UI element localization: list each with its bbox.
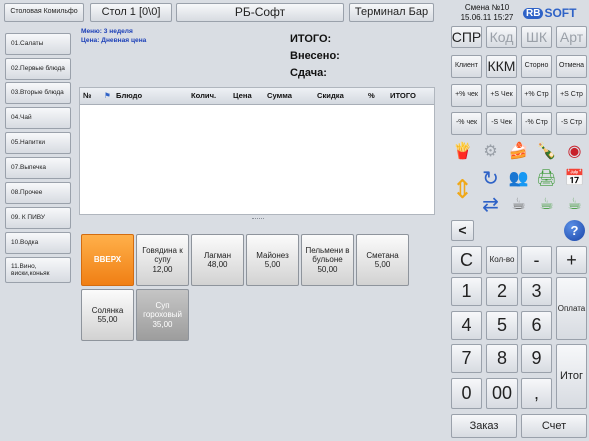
digit-0-button[interactable]: 0 <box>451 378 482 409</box>
printer-icon[interactable]: 🖨 <box>534 167 559 189</box>
paid-label: Внесено: <box>290 50 340 62</box>
digit-4-button[interactable]: 4 <box>451 311 482 340</box>
bill-button[interactable]: Счет <box>521 414 587 438</box>
total-label: ИТОГО: <box>290 33 332 45</box>
order-button[interactable]: Заказ <box>451 414 517 438</box>
cancel-button[interactable]: Отмена <box>556 55 587 78</box>
digit-3-button[interactable]: 3 <box>521 277 552 306</box>
order-table[interactable]: № ⚑ Блюдо Колич. Цена Сумма Скидка % ИТО… <box>79 87 435 215</box>
digit-2-button[interactable]: 2 <box>486 277 518 306</box>
cake-icon[interactable]: 🍰 <box>506 140 531 162</box>
back-button[interactable]: < <box>451 220 474 241</box>
category-wine[interactable]: 11.Вино, виски,коньяк <box>5 257 71 283</box>
comma-button[interactable]: , <box>521 378 552 409</box>
menu-label: Меню: 3 неделя <box>81 28 133 35</box>
category-other[interactable]: 08.Прочее <box>5 182 71 204</box>
code-button[interactable]: Код <box>486 26 517 48</box>
refresh-icon[interactable]: ↻ <box>478 167 503 190</box>
col-number: № <box>83 91 92 100</box>
spr-button[interactable]: СПР <box>451 26 482 48</box>
dish-button[interactable]: Лагман 48,00 <box>191 234 244 286</box>
cup-check-icon[interactable]: ☕ <box>534 193 559 215</box>
dish-button[interactable]: Говядина к супу 12,00 <box>136 234 189 286</box>
arrows-swap-icon[interactable]: ⇄ <box>478 193 503 216</box>
price-label: Цена: Дневная цена <box>81 37 147 44</box>
category-first-courses[interactable]: 02.Первые блюда <box>5 58 71 80</box>
cup-icon[interactable]: ☕ <box>506 193 531 215</box>
plus-button[interactable]: + <box>556 246 587 274</box>
minus-button[interactable]: - <box>521 246 552 274</box>
category-second-courses[interactable]: 03.Вторые блюда <box>5 82 71 104</box>
check-sum-minus-button[interactable]: -S Чек <box>486 112 517 135</box>
digit-8-button[interactable]: 8 <box>486 344 518 373</box>
bottle-icon[interactable]: 🍾 <box>534 140 559 162</box>
flag-icon: ⚑ <box>104 91 111 100</box>
line-sum-minus-button[interactable]: -S Стр <box>556 112 587 135</box>
category-tea[interactable]: 04.Чай <box>5 107 71 129</box>
dish-button[interactable]: Пельмени в бульоне 50,00 <box>301 234 354 286</box>
check-sum-plus-button[interactable]: +S Чек <box>486 84 517 107</box>
category-vodka[interactable]: 10.Водка <box>5 232 71 254</box>
category-drinks[interactable]: 05.Напитки <box>5 132 71 154</box>
gear-icon[interactable]: ⚙ <box>478 140 503 162</box>
line-sum-plus-button[interactable]: +S Стр <box>556 84 587 107</box>
cup-ok-icon[interactable]: ☕ <box>562 193 587 215</box>
terminal-button[interactable]: Терминал Бар <box>349 3 434 22</box>
col-total: ИТОГО <box>390 91 416 100</box>
digit-5-button[interactable]: 5 <box>486 311 518 340</box>
arrows-updown-icon[interactable]: ⇕ <box>450 165 475 213</box>
category-pastry[interactable]: 07.Выпечка <box>5 157 71 179</box>
check-percent-plus-button[interactable]: +% чек <box>451 84 482 107</box>
dish-up-button[interactable]: ВВЕРХ <box>81 234 134 286</box>
logo: RB SOFT <box>523 4 586 22</box>
dish-button[interactable]: Суп гороховый 35,00 <box>136 289 189 341</box>
globe-icon[interactable]: ◉ <box>562 140 587 162</box>
client-button[interactable]: Клиент <box>451 55 482 78</box>
category-beer-snacks[interactable]: 09. К ПИВУ <box>5 207 71 229</box>
total-button[interactable]: Итог <box>556 344 587 409</box>
dish-button[interactable]: Сметана 5,00 <box>356 234 409 286</box>
digit-6-button[interactable]: 6 <box>521 311 552 340</box>
change-label: Сдача: <box>290 67 327 79</box>
quantity-button[interactable]: Кол-во <box>486 246 518 274</box>
dish-button[interactable]: Майонез 5,00 <box>246 234 299 286</box>
payment-button[interactable]: Оплата <box>556 277 587 340</box>
kkm-button[interactable]: ККМ <box>486 55 517 78</box>
line-percent-minus-button[interactable]: -% Стр <box>521 112 552 135</box>
col-qty: Колич. <box>191 91 217 100</box>
line-percent-plus-button[interactable]: +% Стр <box>521 84 552 107</box>
app-title: РБ-Софт <box>176 3 344 22</box>
fries-icon[interactable]: 🍟 <box>450 140 475 162</box>
calendar-icon[interactable]: 📅 <box>562 167 587 189</box>
venue-button[interactable]: Столовая Комильфо <box>4 3 84 22</box>
shift-label: Смена №10 <box>464 3 510 12</box>
article-button[interactable]: Арт <box>556 26 587 48</box>
col-dish: Блюдо <box>116 91 143 100</box>
table-header: № ⚑ Блюдо Колич. Цена Сумма Скидка % ИТО… <box>80 88 434 105</box>
digit-1-button[interactable]: 1 <box>451 277 482 306</box>
table-button[interactable]: Стол 1 [0\0] <box>90 3 172 22</box>
col-percent: % <box>368 91 375 100</box>
col-sum: Сумма <box>267 91 292 100</box>
digit-00-button[interactable]: 00 <box>486 378 518 409</box>
digit-7-button[interactable]: 7 <box>451 344 482 373</box>
storno-button[interactable]: Сторно <box>521 55 552 78</box>
barcode-button[interactable]: ШК <box>521 26 552 48</box>
category-salads[interactable]: 01.Салаты <box>5 33 71 55</box>
digit-9-button[interactable]: 9 <box>521 344 552 373</box>
users-icon[interactable]: 👥 <box>506 167 531 189</box>
datetime-label: 15.06.11 15:27 <box>460 13 514 22</box>
splitter-handle[interactable] <box>252 218 264 221</box>
col-discount: Скидка <box>317 91 344 100</box>
help-icon[interactable]: ? <box>564 220 585 241</box>
dish-button[interactable]: Солянка 55,00 <box>81 289 134 341</box>
col-price: Цена <box>233 91 252 100</box>
clear-button[interactable]: C <box>451 246 482 274</box>
check-percent-minus-button[interactable]: -% чек <box>451 112 482 135</box>
